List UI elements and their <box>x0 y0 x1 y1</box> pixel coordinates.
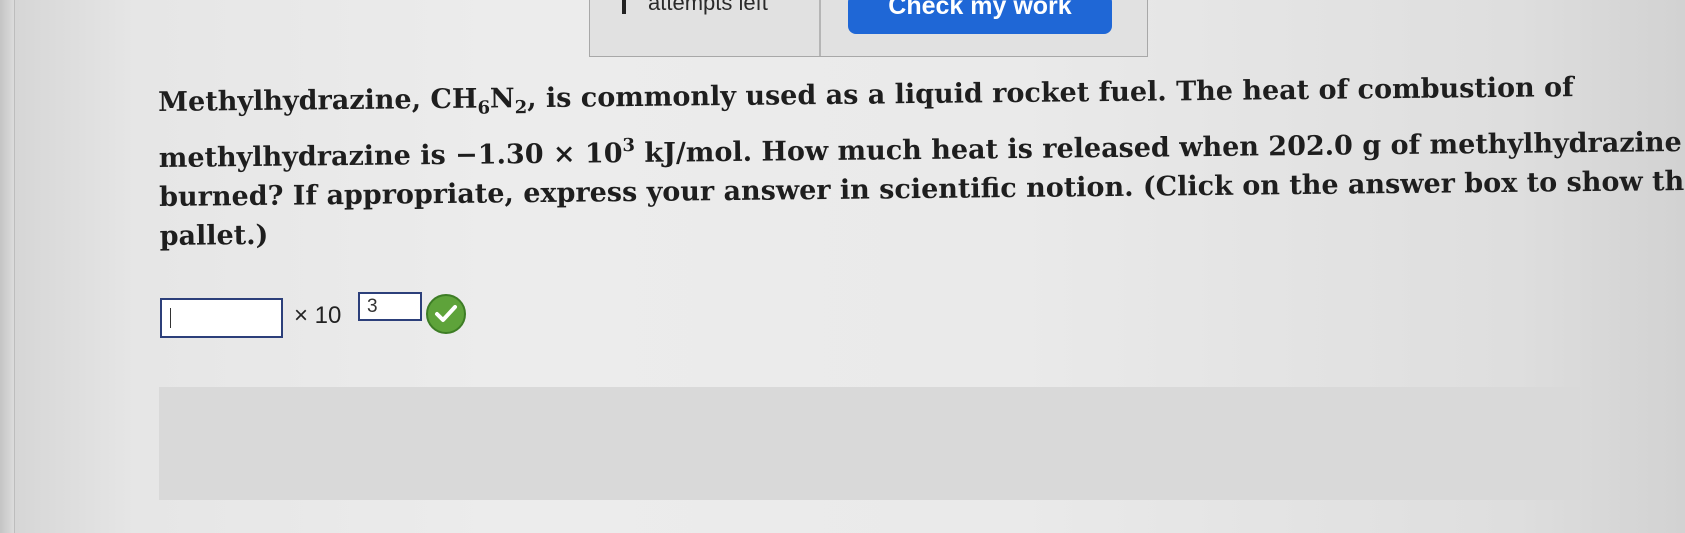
formula-n: N <box>489 83 515 115</box>
answer-row: × 10 3 <box>160 292 480 342</box>
toolbar-divider <box>819 0 821 56</box>
question-line-1-end: , is commonly used as a liquid rocket fu… <box>527 72 1574 115</box>
feedback-panel <box>159 387 1580 500</box>
exponent-superscript: 3 <box>622 135 636 157</box>
question-text: Methylhydrazine, CH6N2, is commonly used… <box>158 68 1685 256</box>
text-cursor <box>170 308 171 328</box>
page-left-edge <box>0 0 15 533</box>
check-circle-icon <box>426 294 466 334</box>
exponent-input[interactable]: 3 <box>358 292 422 321</box>
mantissa-input[interactable] <box>160 298 283 338</box>
times-ten-label: × 10 <box>294 302 342 329</box>
question-line-2-start: methylhydrazine is −1.30 × 10 <box>158 138 623 174</box>
question-toolbar: attempts left Check my work <box>589 0 1148 57</box>
attempts-indicator: attempts left <box>622 0 768 16</box>
checkmark-icon <box>435 305 457 322</box>
formula-subscript-2: 2 <box>514 97 528 119</box>
attempts-label: attempts left <box>648 0 768 15</box>
attempts-bar-icon <box>622 0 626 14</box>
question-line-1-start: Methylhydrazine, CH <box>158 83 478 118</box>
formula-subscript-6: 6 <box>477 97 491 119</box>
check-my-work-button[interactable]: Check my work <box>848 0 1112 34</box>
